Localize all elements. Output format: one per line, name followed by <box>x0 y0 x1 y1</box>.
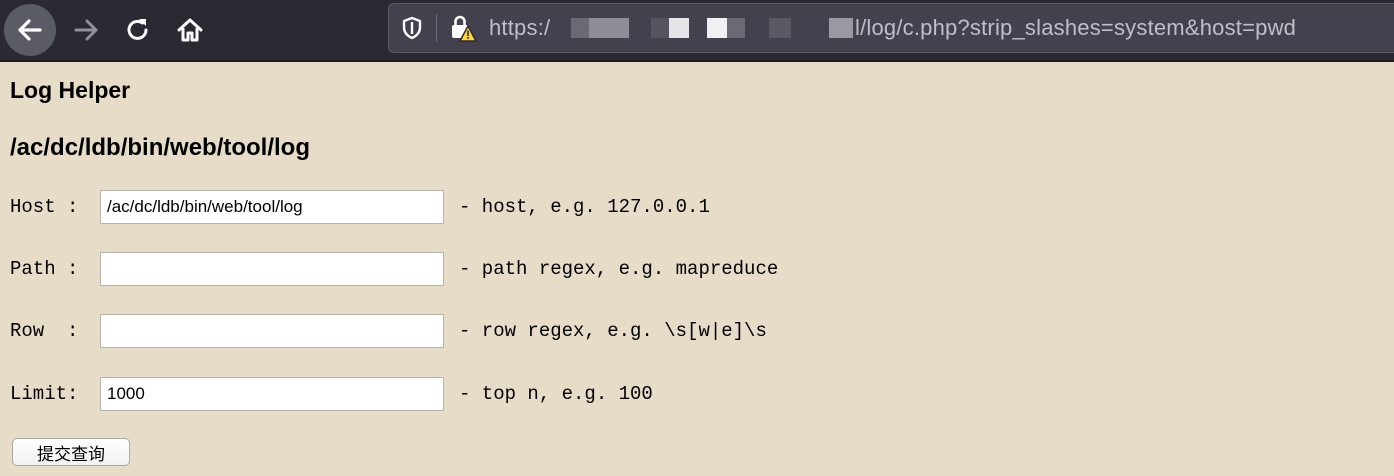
path-row: Path : - path regex, e.g. mapreduce <box>0 252 1000 286</box>
current-directory: /ac/dc/ldb/bin/web/tool/log <box>10 134 310 161</box>
back-button[interactable] <box>4 4 56 56</box>
submit-query-button[interactable]: 提交查询 <box>12 438 130 466</box>
reload-button[interactable] <box>116 8 160 52</box>
home-button[interactable] <box>168 8 212 52</box>
limit-input[interactable] <box>100 377 444 411</box>
url-path-text: l/log/c.php?strip_slashes=system&host=pw… <box>855 15 1297 40</box>
host-input[interactable] <box>100 190 444 224</box>
home-icon <box>177 18 203 42</box>
reload-icon <box>127 19 148 40</box>
shield-icon <box>402 16 422 40</box>
forward-button[interactable] <box>64 8 108 52</box>
insecure-lock-icon <box>452 15 477 42</box>
path-hint: - path regex, e.g. mapreduce <box>459 258 779 280</box>
browser-toolbar: https:/ l/log/c.php?strip_slashes=system… <box>0 0 1394 62</box>
limit-row: Limit: - top n, e.g. 100 <box>0 377 1000 411</box>
url-bar[interactable]: https:/ l/log/c.php?strip_slashes=system… <box>388 3 1394 53</box>
limit-label: Limit: <box>10 383 79 405</box>
row-regex-row: Row : - row regex, e.g. \s[w|e]\s <box>0 314 1000 348</box>
urlbar-separator <box>436 14 437 42</box>
url-prefix-text: https:/ <box>489 15 551 40</box>
page-title: Log Helper <box>10 77 131 103</box>
row-input[interactable] <box>100 314 444 348</box>
host-label: Host : <box>10 196 79 218</box>
path-label: Path : <box>10 258 79 280</box>
row-label: Row : <box>10 320 79 342</box>
tracking-protection-button[interactable] <box>397 13 427 43</box>
row-hint: - row regex, e.g. \s[w|e]\s <box>459 320 767 342</box>
path-input[interactable] <box>100 252 444 286</box>
host-hint: - host, e.g. 127.0.0.1 <box>459 196 710 218</box>
host-row: Host : - host, e.g. 127.0.0.1 <box>0 190 1000 224</box>
site-security-button[interactable] <box>449 13 477 43</box>
back-arrow-icon <box>18 19 42 41</box>
limit-hint: - top n, e.g. 100 <box>459 383 653 405</box>
forward-arrow-icon <box>74 19 98 41</box>
